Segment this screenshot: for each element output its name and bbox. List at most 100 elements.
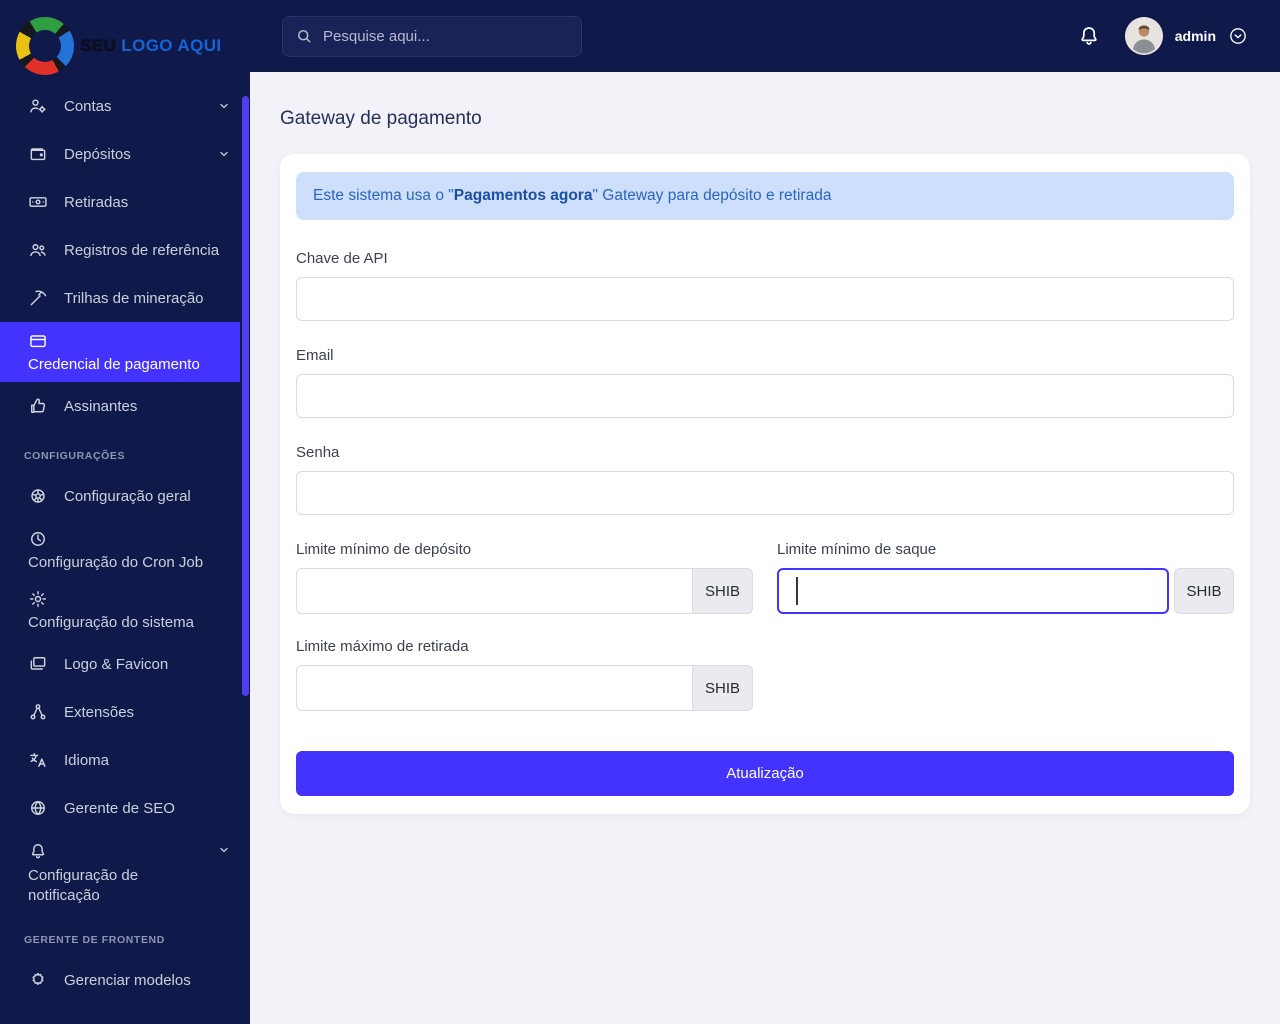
min-withdraw-input[interactable] <box>777 568 1169 614</box>
sidebar-item-credencial-pagamento[interactable]: Credencial de pagamento <box>0 322 240 382</box>
sidebar-item-configuracao-geral[interactable]: Configuração geral <box>0 472 250 520</box>
globe-icon <box>28 798 48 818</box>
sidebar-item-label: Configuração geral <box>64 487 191 505</box>
page-title: Gateway de pagamento <box>280 108 482 129</box>
sidebar-item-contas[interactable]: Contas <box>0 82 250 130</box>
user-menu[interactable]: admin <box>1124 17 1248 55</box>
banner-highlight: Pagamentos agora <box>453 187 593 204</box>
limits-row: Limite mínimo de depósito SHIB Limite mí… <box>296 541 1234 614</box>
sidebar-scrollbar-thumb[interactable] <box>242 96 249 696</box>
wallet-icon <box>28 144 48 164</box>
sidebar-item-gerente-seo[interactable]: Gerente de SEO <box>0 784 250 832</box>
min-withdraw-group: Limite mínimo de saque SHIB <box>777 541 1234 614</box>
thumbs-up-icon <box>28 396 48 416</box>
main-content: Gateway de pagamento Este sistema usa o … <box>250 72 1280 1024</box>
search-input[interactable] <box>282 15 582 57</box>
images-icon <box>28 654 48 674</box>
topbar: admin <box>250 0 1280 72</box>
username-label: admin <box>1174 28 1216 44</box>
banner-text-prefix: Este sistema usa o " <box>313 187 454 204</box>
api-key-label: Chave de API <box>296 250 388 267</box>
password-label: Senha <box>296 444 340 461</box>
sidebar-item-gerenciar-modelos[interactable]: Gerenciar modelos <box>0 956 250 1004</box>
max-withdraw-group: Limite máximo de retirada SHIB <box>296 638 753 711</box>
api-key-group: Chave de API <box>296 250 1234 321</box>
sidebar-item-retiradas[interactable]: Retiradas <box>0 178 250 226</box>
logo-text-part1: SEU <box>80 36 117 55</box>
min-withdraw-label: Limite mínimo de saque <box>777 541 937 558</box>
logo-text: SEU LOGO AQUI <box>80 36 222 56</box>
search-icon <box>295 27 313 50</box>
sidebar-item-label: Configuração do Cron Job <box>28 554 204 571</box>
sidebar-section-gerente-frontend: GERENTE DE FRONTEND <box>24 934 165 946</box>
sidebar-section-configuracoes: CONFIGURAÇÕES <box>24 450 126 462</box>
min-deposit-input[interactable] <box>296 568 693 614</box>
notifications-bell-icon[interactable] <box>1077 24 1101 48</box>
currency-addon: SHIB <box>1174 568 1234 614</box>
sidebar-item-assinantes[interactable]: Assinantes <box>0 382 250 430</box>
nodes-icon <box>28 702 48 722</box>
clock-icon <box>28 529 48 549</box>
sidebar-item-extensoes[interactable]: Extensões <box>0 688 250 736</box>
sidebar-item-label: Idioma <box>64 751 110 769</box>
wheel-icon <box>28 486 48 506</box>
banner-text-suffix: " Gateway para depósito e retirada <box>592 187 832 204</box>
sidebar-item-idioma[interactable]: Idioma <box>0 736 250 784</box>
pickaxe-icon <box>28 288 48 308</box>
sidebar-nav: Contas Depósitos Retiradas Registros de … <box>0 82 250 1004</box>
sidebar-item-configuracao-sistema[interactable]: Configuração do sistema <box>0 580 250 640</box>
currency-addon: SHIB <box>693 568 753 614</box>
gateway-settings-card: Este sistema usa o "Pagamentos agora" Ga… <box>280 154 1250 814</box>
min-deposit-label: Limite mínimo de depósito <box>296 541 472 558</box>
sidebar-item-label: Credencial de pagamento <box>28 356 200 373</box>
sidebar-item-label: Registros de referência <box>64 241 220 259</box>
sidebar-item-label: Extensões <box>64 703 135 721</box>
sidebar-item-trilhas-mineracao[interactable]: Trilhas de mineração <box>0 274 250 322</box>
logo-swirl-icon <box>16 17 74 75</box>
sidebar-item-configuracao-cron-job[interactable]: Configuração do Cron Job <box>0 520 250 580</box>
gear-icon <box>28 589 48 609</box>
currency-addon: SHIB <box>693 665 753 711</box>
sidebar-item-depositos[interactable]: Depósitos <box>0 130 250 178</box>
sidebar-item-label: Depósitos <box>64 145 131 163</box>
api-key-input[interactable] <box>296 277 1234 321</box>
sidebar: SEU LOGO AQUI Contas Depósitos Retiradas… <box>0 0 250 1024</box>
sidebar-item-label: Configuração do sistema <box>28 614 194 631</box>
avatar <box>1124 17 1163 55</box>
sidebar-item-label: Trilhas de mineração <box>64 289 204 307</box>
bell-icon <box>28 841 48 861</box>
sidebar-item-label: Contas <box>64 97 112 115</box>
sidebar-item-label: Gerenciar modelos <box>64 971 191 989</box>
chevron-down-icon <box>218 100 230 112</box>
max-withdraw-label: Limite máximo de retirada <box>296 638 469 655</box>
email-input[interactable] <box>296 374 1234 418</box>
update-button[interactable]: Atualização <box>296 751 1234 796</box>
email-label: Email <box>296 347 334 364</box>
chevron-down-icon <box>218 844 230 856</box>
cash-icon <box>28 192 48 212</box>
logo-text-part2: LOGO AQUI <box>121 36 222 55</box>
translate-icon <box>28 750 48 770</box>
min-deposit-group: Limite mínimo de depósito SHIB <box>296 541 753 614</box>
password-input[interactable] <box>296 471 1234 515</box>
email-group: Email <box>296 347 1234 418</box>
brand-logo[interactable]: SEU LOGO AQUI <box>0 0 250 82</box>
sidebar-item-label: Assinantes <box>64 397 138 415</box>
search-box <box>282 15 582 57</box>
sidebar-item-logo-favicon[interactable]: Logo & Favicon <box>0 640 250 688</box>
sidebar-item-label: Gerente de SEO <box>64 799 175 817</box>
text-cursor <box>796 577 798 605</box>
info-banner: Este sistema usa o "Pagamentos agora" Ga… <box>296 172 1234 220</box>
topbar-right: admin <box>1077 17 1248 55</box>
users-icon <box>28 240 48 260</box>
sidebar-item-label: Retiradas <box>64 193 129 211</box>
sidebar-item-registros-referencia[interactable]: Registros de referência <box>0 226 250 274</box>
users-cog-icon <box>28 96 48 116</box>
sidebar-item-label: Configuração de notificação <box>28 867 139 904</box>
password-group: Senha <box>296 444 1234 515</box>
max-withdraw-input[interactable] <box>296 665 693 711</box>
sidebar-item-label: Logo & Favicon <box>64 655 169 673</box>
credit-card-icon <box>28 331 48 351</box>
sidebar-item-configuracao-notificacao[interactable]: Configuração de notificação <box>0 832 250 914</box>
templates-icon <box>28 970 48 990</box>
